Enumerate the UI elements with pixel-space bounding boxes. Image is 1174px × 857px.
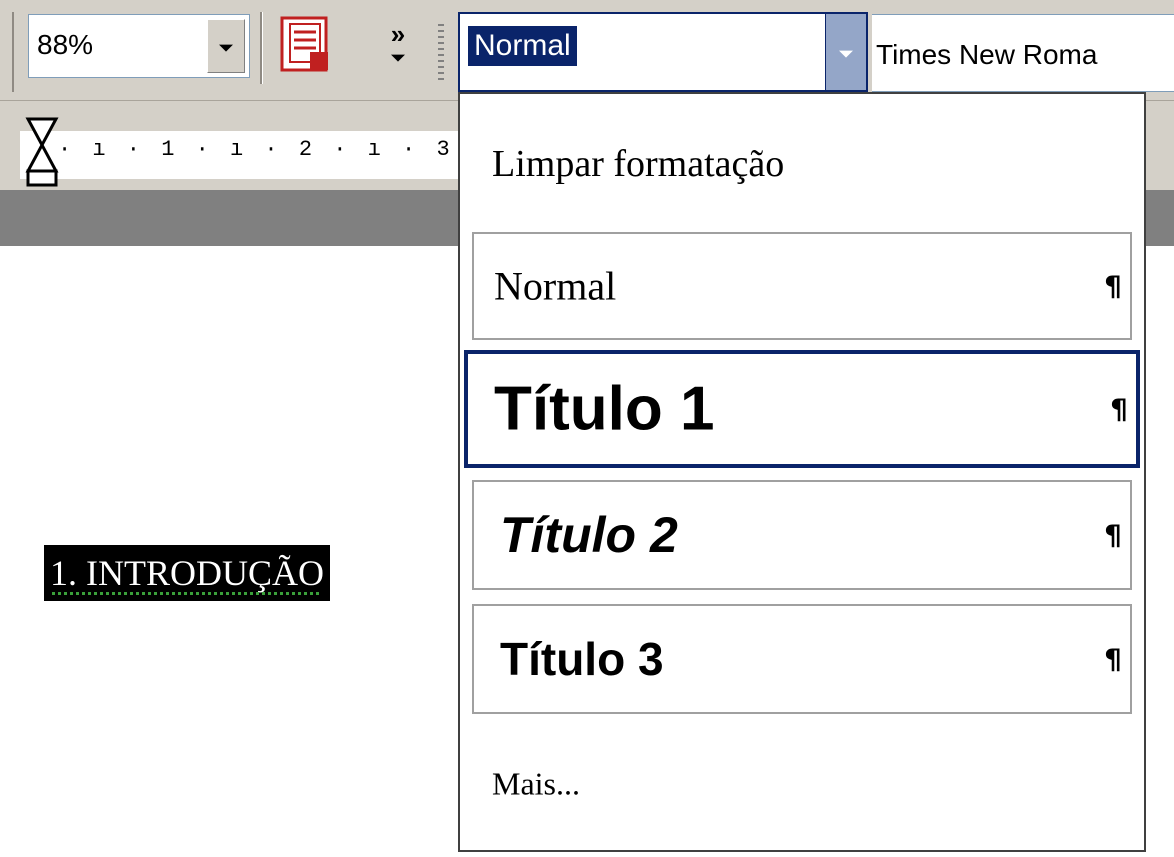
zoom-value[interactable]: 88%	[37, 29, 93, 61]
indent-marker-icon[interactable]	[24, 115, 60, 187]
menu-item-label: Normal	[494, 263, 617, 309]
toolbar-options-button[interactable]: »	[383, 19, 413, 82]
chevron-down-icon	[839, 50, 853, 58]
menu-item-more-styles[interactable]: Mais...	[472, 744, 1132, 824]
chevron-down-icon	[219, 44, 233, 52]
menu-item-style-titulo-1[interactable]: Título 1 ¶	[464, 350, 1140, 468]
paragraph-mark-icon: ¶	[1110, 392, 1128, 426]
menu-item-clear-formatting[interactable]: Limpar formatação	[472, 114, 1132, 214]
font-combobox[interactable]: Times New Roma	[872, 14, 1174, 92]
style-dropdown-button[interactable]	[825, 14, 866, 90]
ruler-ticks: · ı · 1 · ı · 2 · ı · 3 · ı	[58, 137, 523, 162]
menu-item-style-titulo-2[interactable]: Título 2 ¶	[472, 480, 1132, 590]
style-combobox[interactable]: Normal	[458, 12, 868, 92]
menu-item-label: Título 1	[494, 374, 715, 444]
document-heading-text: 1. INTRODUÇÃO	[50, 553, 324, 593]
formatting-toolbar: 88% » Normal Times New Roma	[0, 0, 1174, 101]
paragraph-mark-icon: ¶	[1104, 642, 1122, 676]
zoom-dropdown-button[interactable]	[207, 19, 245, 73]
style-dropdown-menu: Limpar formatação Normal ¶ Título 1 ¶ Tí…	[458, 92, 1146, 852]
menu-item-label: Título 3	[500, 633, 664, 685]
style-value[interactable]: Normal	[468, 26, 577, 66]
spellcheck-underline	[52, 592, 322, 595]
menu-item-style-normal[interactable]: Normal ¶	[472, 232, 1132, 340]
menu-item-style-titulo-3[interactable]: Título 3 ¶	[472, 604, 1132, 714]
paragraph-mark-icon: ¶	[1104, 269, 1122, 303]
read-mode-icon	[280, 16, 328, 72]
toolbar-grip[interactable]	[438, 24, 444, 84]
document-heading[interactable]: 1. INTRODUÇÃO	[44, 545, 330, 601]
menu-item-label: Título 2	[500, 507, 678, 563]
toolbar-options-arrow	[383, 46, 413, 66]
toolbar-separator	[260, 12, 262, 84]
read-mode-button[interactable]	[276, 14, 336, 76]
chevron-down-icon	[391, 54, 405, 62]
zoom-combobox[interactable]: 88%	[28, 14, 250, 78]
chevron-double-right-icon: »	[390, 19, 406, 49]
menu-item-label: Limpar formatação	[492, 143, 785, 185]
toolbar-edge	[12, 12, 14, 92]
paragraph-mark-icon: ¶	[1104, 518, 1122, 552]
font-value[interactable]: Times New Roma	[876, 39, 1097, 71]
menu-item-label: Mais...	[492, 765, 580, 802]
